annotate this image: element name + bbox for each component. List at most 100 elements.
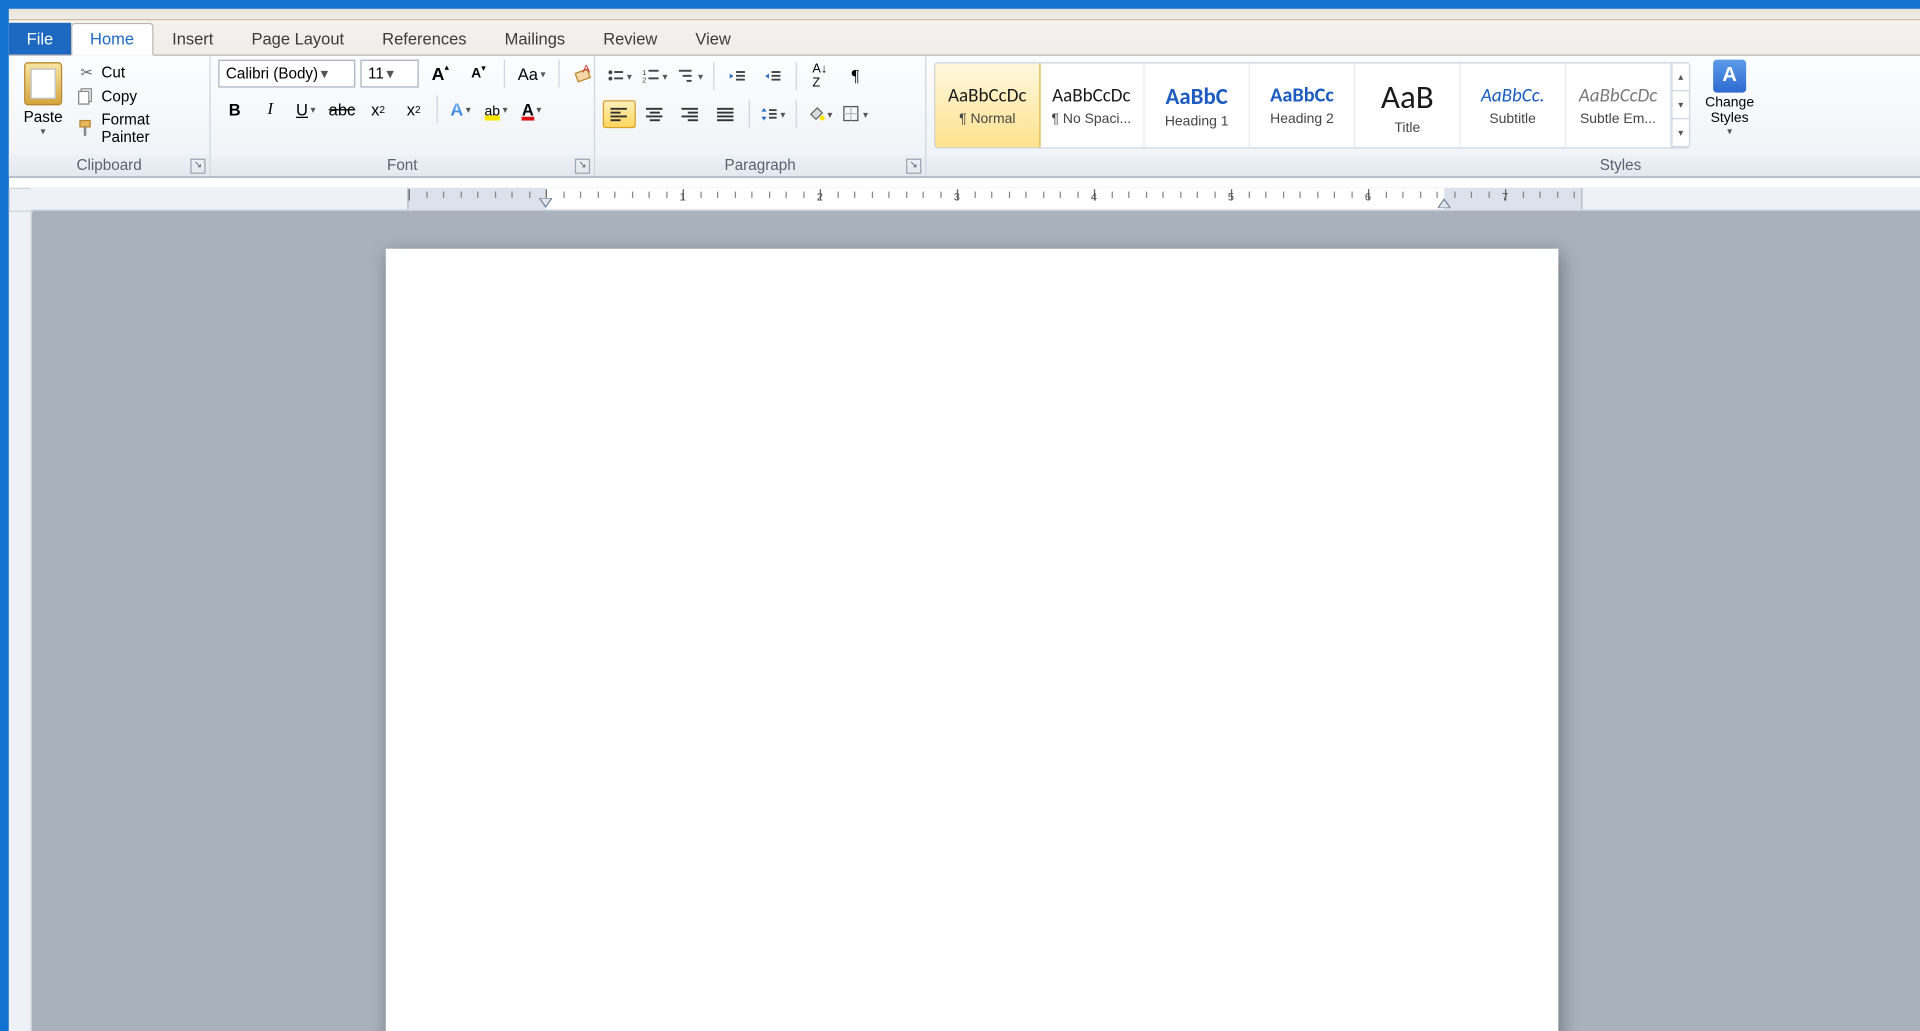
ruler-number: 3 — [954, 190, 960, 203]
style-item-2[interactable]: AaBbCHeading 1 — [1145, 63, 1250, 147]
title-bar — [9, 9, 1920, 20]
borders-button[interactable]: ▾ — [839, 100, 872, 128]
format-painter-button[interactable]: Format Painter — [77, 110, 202, 146]
tab-references[interactable]: References — [363, 23, 485, 55]
ruler-number: 1 — [680, 190, 686, 203]
italic-button[interactable]: I — [254, 95, 287, 123]
ribbon: Paste ▾ ✂ Cut Copy — [9, 56, 1920, 178]
scissors-icon: ✂ — [77, 62, 96, 81]
change-styles-label: Change Styles — [1705, 95, 1754, 125]
tab-file[interactable]: File — [9, 23, 71, 55]
document-workspace: 1234567 — [9, 188, 1920, 1031]
ribbon-tab-strip: File Home Insert Page Layout References … — [9, 20, 1920, 56]
style-item-1[interactable]: AaBbCcDc¶ No Spaci... — [1039, 63, 1144, 147]
sort-button[interactable]: A↓Z — [803, 62, 836, 90]
bucket-icon — [807, 105, 825, 123]
outdent-icon — [728, 67, 746, 85]
align-right-icon — [681, 107, 699, 122]
tab-mailings[interactable]: Mailings — [486, 23, 585, 55]
style-item-3[interactable]: AaBbCcHeading 2 — [1250, 63, 1355, 147]
group-label-font: Font ↘ — [211, 155, 594, 177]
font-size-value: 11 — [368, 65, 384, 83]
change-styles-button[interactable]: A Change Styles ▾ — [1695, 60, 1764, 137]
styles-scroll-up[interactable]: ▴ — [1671, 63, 1689, 91]
group-styles: AaBbCcDc¶ NormalAaBbCcDc¶ No Spaci...AaB… — [926, 56, 1920, 177]
font-family-value: Calibri (Body) — [226, 65, 318, 83]
align-right-button[interactable] — [674, 100, 707, 128]
tab-review[interactable]: Review — [584, 23, 676, 55]
horizontal-ruler[interactable]: 1234567 — [30, 188, 1920, 211]
style-item-6[interactable]: AaBbCcDc Subtle Em... — [1566, 63, 1671, 147]
style-name-label: Subtitle — [1489, 111, 1536, 126]
svg-text:A: A — [582, 63, 590, 75]
show-hide-button[interactable]: ¶ — [839, 62, 872, 90]
copy-icon — [77, 86, 96, 105]
decrease-indent-button[interactable] — [721, 62, 754, 90]
style-preview: AaBbCc — [1270, 84, 1334, 108]
document-page[interactable] — [386, 249, 1559, 1031]
shading-button[interactable]: ▾ — [803, 100, 836, 128]
style-item-5[interactable]: AaBbCc. Subtitle — [1461, 63, 1566, 147]
group-label-clipboard: Clipboard ↘ — [9, 155, 210, 177]
subscript-button[interactable]: x2 — [362, 95, 395, 123]
first-line-indent-marker[interactable] — [539, 198, 552, 208]
format-painter-label: Format Painter — [101, 110, 201, 146]
change-styles-icon: A — [1713, 60, 1746, 93]
ruler-corner[interactable] — [9, 188, 33, 212]
line-spacing-button[interactable]: ▾ — [756, 100, 789, 128]
bullets-button[interactable]: ▾ — [603, 62, 636, 90]
font-family-combo[interactable]: Calibri (Body) ▾ — [218, 60, 355, 88]
styles-expand-button[interactable]: ▾ — [1671, 119, 1689, 147]
bold-button[interactable]: B — [218, 95, 251, 123]
grow-font-button[interactable]: A▴ — [424, 60, 457, 88]
style-preview: AaB — [1381, 76, 1434, 117]
text-effects-button[interactable]: A▾ — [444, 95, 477, 123]
underline-button[interactable]: U▾ — [289, 95, 322, 123]
copy-button[interactable]: Copy — [77, 86, 202, 105]
font-color-button[interactable]: A▾ — [515, 95, 548, 123]
ruler-number: 2 — [817, 190, 823, 203]
shrink-font-button[interactable]: A▾ — [462, 60, 495, 88]
justify-icon — [717, 107, 735, 122]
styles-scroll-down[interactable]: ▾ — [1671, 91, 1689, 119]
font-dialog-launcher[interactable]: ↘ — [575, 159, 590, 174]
tab-page-layout[interactable]: Page Layout — [232, 23, 363, 55]
tab-view[interactable]: View — [676, 23, 750, 55]
style-name-label: ¶ Normal — [959, 111, 1015, 126]
justify-button[interactable] — [709, 100, 742, 128]
paragraph-dialog-launcher[interactable]: ↘ — [906, 159, 921, 174]
superscript-button[interactable]: x2 — [397, 95, 430, 123]
ruler-number: 7 — [1502, 190, 1508, 203]
cut-button[interactable]: ✂ Cut — [77, 62, 202, 81]
multilevel-list-button[interactable]: ▾ — [674, 62, 707, 90]
linespacing-icon — [760, 105, 778, 123]
highlight-button[interactable]: ab▾ — [480, 95, 513, 123]
style-name-label: Subtle Em... — [1580, 111, 1656, 126]
right-indent-marker[interactable] — [1438, 198, 1451, 208]
styles-gallery[interactable]: AaBbCcDc¶ NormalAaBbCcDc¶ No Spaci...AaB… — [934, 62, 1690, 148]
vertical-ruler[interactable] — [9, 188, 32, 1031]
paintbrush-icon — [77, 119, 96, 138]
svg-text:2: 2 — [642, 75, 646, 84]
style-preview: AaBbCcDc — [1579, 84, 1657, 107]
cut-label: Cut — [101, 63, 125, 81]
tab-home[interactable]: Home — [71, 23, 153, 56]
font-size-combo[interactable]: 11 ▾ — [360, 60, 418, 88]
style-item-4[interactable]: AaBTitle — [1355, 63, 1460, 147]
style-name-label: Heading 1 — [1165, 114, 1229, 129]
align-center-button[interactable] — [638, 100, 671, 128]
change-case-button[interactable]: Aa▾ — [514, 60, 549, 88]
tab-insert[interactable]: Insert — [153, 23, 232, 55]
numbering-button[interactable]: 12▾ — [638, 62, 671, 90]
align-left-button[interactable] — [603, 100, 636, 128]
paste-button[interactable]: Paste ▾ — [16, 60, 69, 137]
clipboard-dialog-launcher[interactable]: ↘ — [190, 159, 205, 174]
eraser-icon: A — [575, 63, 595, 83]
style-item-0[interactable]: AaBbCcDc ¶ Normal — [934, 62, 1041, 148]
bullets-icon — [607, 67, 625, 85]
style-name-label: ¶ No Spaci... — [1052, 111, 1132, 126]
strikethrough-button[interactable]: abc — [325, 95, 359, 123]
increase-indent-button[interactable] — [756, 62, 789, 90]
style-preview: AaBbCc. — [1481, 84, 1545, 107]
style-preview: AaBbCcDc — [948, 84, 1026, 107]
